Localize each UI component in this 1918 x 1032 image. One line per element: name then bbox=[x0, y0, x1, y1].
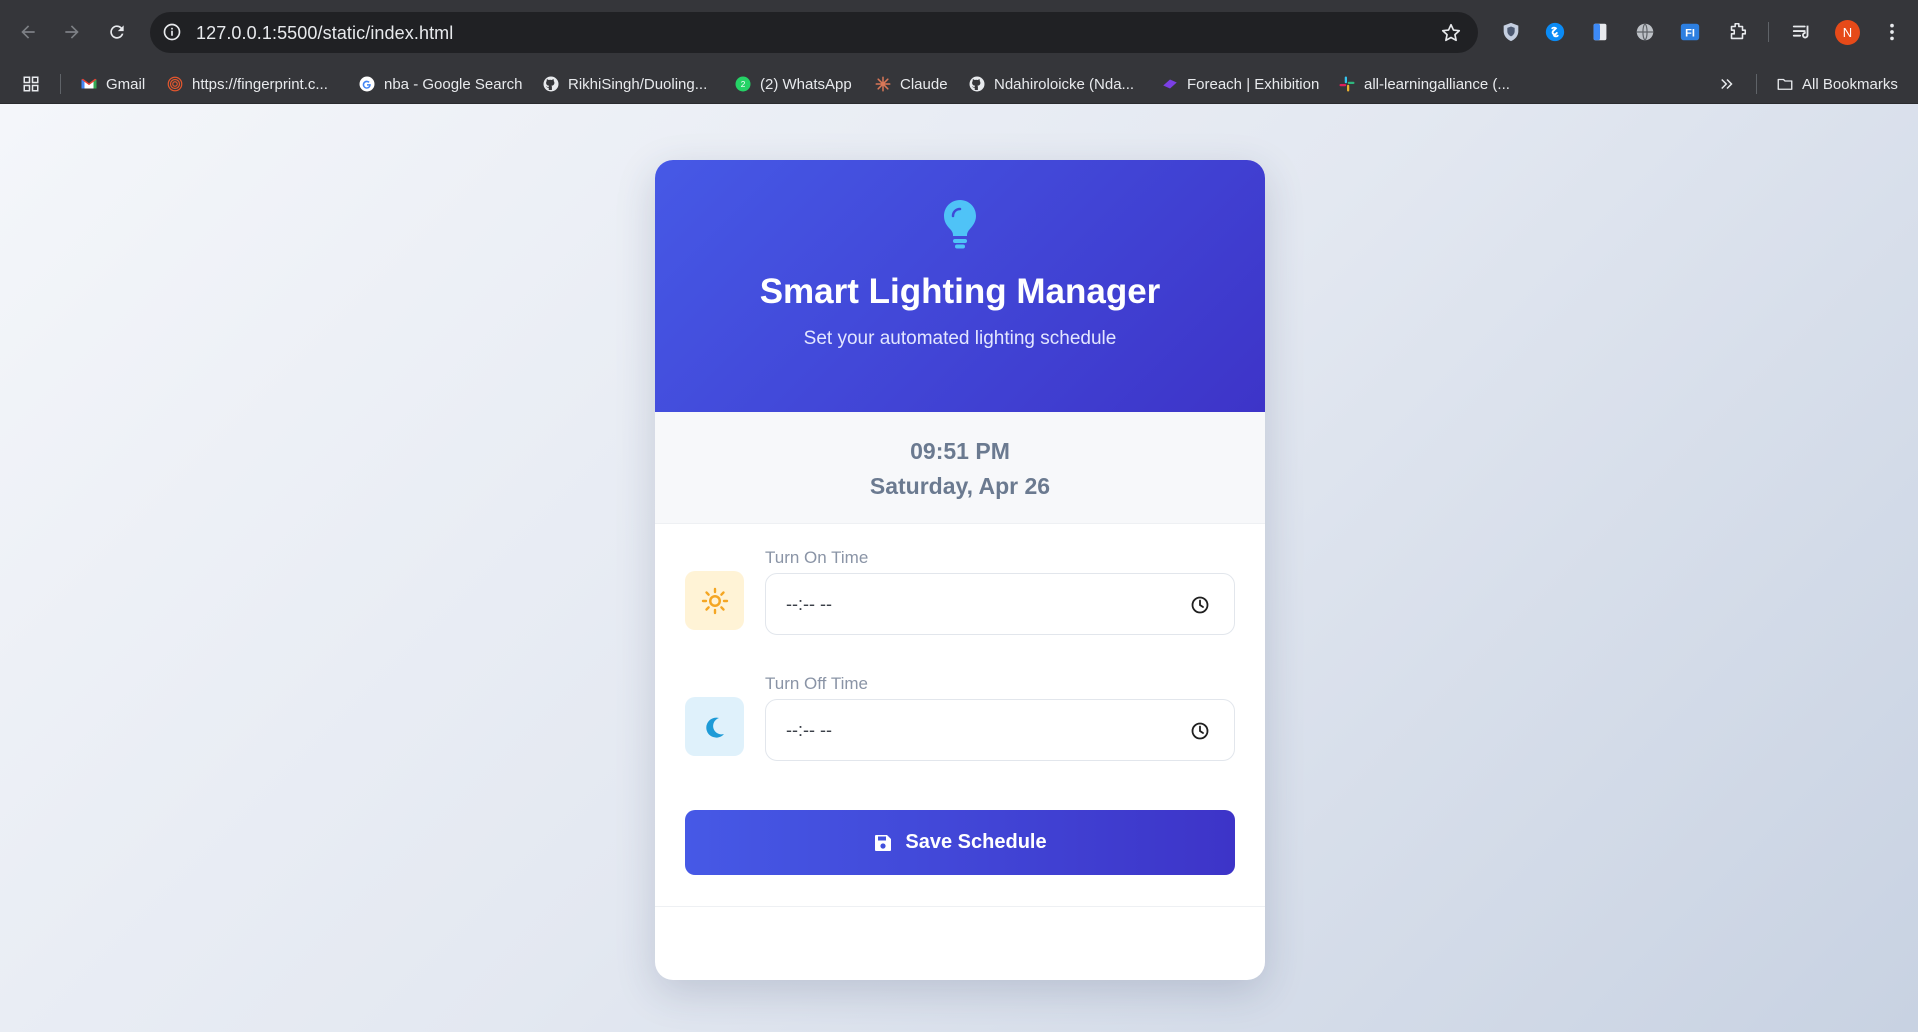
bookmarks-divider bbox=[60, 74, 61, 94]
clock-icon[interactable] bbox=[1190, 595, 1210, 615]
apps-grid-button[interactable] bbox=[22, 64, 40, 104]
turn-on-row: Turn On Time bbox=[685, 548, 1235, 648]
app-title: Smart Lighting Manager bbox=[759, 272, 1161, 311]
bookmarks-bar: Gmail https://fingerprint.c... nba - Goo… bbox=[0, 64, 1918, 104]
fingerprint-icon bbox=[166, 75, 184, 93]
turn-on-time-input[interactable] bbox=[766, 574, 1234, 634]
bookmark-claude[interactable]: Claude bbox=[874, 64, 948, 104]
forward-arrow-icon bbox=[65, 25, 79, 39]
bookmark-label: RikhiSingh/Duoling... bbox=[568, 75, 708, 93]
moon-badge bbox=[685, 697, 744, 756]
media-control-icon[interactable] bbox=[1790, 20, 1814, 44]
svg-text:FI: FI bbox=[1685, 28, 1695, 40]
folder-icon bbox=[1776, 75, 1794, 93]
toolbar-divider bbox=[1768, 22, 1769, 42]
forward-button[interactable] bbox=[56, 16, 88, 48]
bookmark-label: Claude bbox=[900, 75, 948, 93]
moon-icon bbox=[705, 717, 724, 738]
reload-button[interactable] bbox=[101, 16, 133, 48]
site-info-icon[interactable] bbox=[162, 22, 182, 42]
bookmark-label: Foreach | Exhibition bbox=[1187, 75, 1320, 93]
fi-extension-icon[interactable]: FI bbox=[1678, 20, 1702, 44]
bookmark-label: Ndahiroloicke (Nda... bbox=[994, 75, 1135, 93]
save-schedule-button[interactable]: Save Schedule bbox=[685, 810, 1235, 875]
chrome-menu-icon[interactable] bbox=[1880, 20, 1904, 44]
page-viewport: Smart Lighting Manager Set your automate… bbox=[0, 104, 1918, 1032]
shazam-extension-icon[interactable] bbox=[1543, 20, 1567, 44]
bookmark-label: (2) WhatsApp bbox=[760, 75, 852, 93]
apps-grid-icon bbox=[22, 75, 40, 93]
back-button[interactable] bbox=[12, 16, 44, 48]
notes-extension-icon[interactable] bbox=[1588, 20, 1612, 44]
shield-extension-icon[interactable] bbox=[1499, 20, 1523, 44]
more-bookmarks-button[interactable] bbox=[1718, 64, 1736, 104]
foreach-icon bbox=[1161, 75, 1179, 93]
bookmark-label: nba - Google Search bbox=[384, 75, 523, 93]
profile-avatar[interactable]: N bbox=[1835, 20, 1860, 45]
turn-off-time-field[interactable] bbox=[765, 699, 1235, 761]
extensions-puzzle-icon[interactable] bbox=[1725, 20, 1749, 44]
bookmark-label: https://fingerprint.c... bbox=[192, 75, 328, 93]
slack-icon bbox=[1338, 75, 1356, 93]
bookmark-label: Gmail bbox=[106, 75, 146, 93]
clock-icon[interactable] bbox=[1190, 721, 1210, 741]
bookmark-label: all-learningalliance (... bbox=[1364, 75, 1510, 93]
github-icon bbox=[968, 75, 986, 93]
current-date: Saturday, Apr 26 bbox=[869, 473, 1051, 499]
turn-on-time-field[interactable] bbox=[765, 573, 1235, 635]
browser-toolbar: 127.0.0.1:5500/static/index.html FI N bbox=[0, 0, 1918, 64]
bookmark-nba-search[interactable]: nba - Google Search bbox=[358, 64, 522, 104]
sun-icon bbox=[701, 587, 728, 614]
all-bookmarks-button[interactable]: All Bookmarks bbox=[1776, 64, 1898, 104]
bookmark-gmail[interactable]: Gmail bbox=[80, 64, 145, 104]
claude-icon bbox=[874, 75, 892, 93]
bookmark-foreach[interactable]: Foreach | Exhibition bbox=[1161, 64, 1319, 104]
turn-off-label: Turn Off Time bbox=[765, 674, 868, 693]
whatsapp-icon: 2 bbox=[734, 75, 752, 93]
double-chevron-right-icon bbox=[1718, 75, 1736, 93]
reload-icon bbox=[110, 25, 124, 39]
sun-badge bbox=[685, 571, 744, 630]
lighting-card: Smart Lighting Manager Set your automate… bbox=[655, 160, 1265, 980]
address-bar[interactable]: 127.0.0.1:5500/static/index.html bbox=[150, 12, 1478, 53]
current-time: 09:51 PM bbox=[910, 438, 1010, 464]
turn-on-label: Turn On Time bbox=[765, 548, 869, 567]
card-footer-divider bbox=[655, 906, 1265, 907]
bookmark-star-icon[interactable] bbox=[1440, 22, 1462, 44]
bookmark-learningalliance[interactable]: all-learningalliance (... bbox=[1338, 64, 1510, 104]
svg-text:2: 2 bbox=[741, 80, 746, 89]
bookmarks-divider bbox=[1756, 74, 1757, 94]
all-bookmarks-label: All Bookmarks bbox=[1802, 75, 1898, 93]
turn-off-row: Turn Off Time bbox=[685, 674, 1235, 774]
bookmark-ndahiroloicke[interactable]: Ndahiroloicke (Nda... bbox=[968, 64, 1134, 104]
gmail-icon bbox=[80, 75, 98, 93]
app-subtitle: Set your automated lighting schedule bbox=[803, 328, 1117, 349]
url-text: 127.0.0.1:5500/static/index.html bbox=[196, 23, 454, 43]
current-time-panel: 09:51 PM Saturday, Apr 26 bbox=[655, 412, 1265, 524]
turn-off-time-input[interactable] bbox=[766, 700, 1234, 760]
github-icon bbox=[542, 75, 560, 93]
google-icon bbox=[358, 75, 376, 93]
lightbulb-icon bbox=[944, 200, 976, 249]
card-header: Smart Lighting Manager Set your automate… bbox=[655, 160, 1265, 412]
bookmark-duolingo-repo[interactable]: RikhiSingh/Duoling... bbox=[542, 64, 707, 104]
bookmark-fingerprint[interactable]: https://fingerprint.c... bbox=[166, 64, 328, 104]
save-schedule-label: Save Schedule bbox=[905, 831, 1047, 853]
bookmark-whatsapp[interactable]: 2 (2) WhatsApp bbox=[734, 64, 852, 104]
back-arrow-icon bbox=[21, 25, 35, 39]
globe-extension-icon[interactable] bbox=[1633, 20, 1657, 44]
floppy-disk-icon bbox=[875, 834, 892, 851]
